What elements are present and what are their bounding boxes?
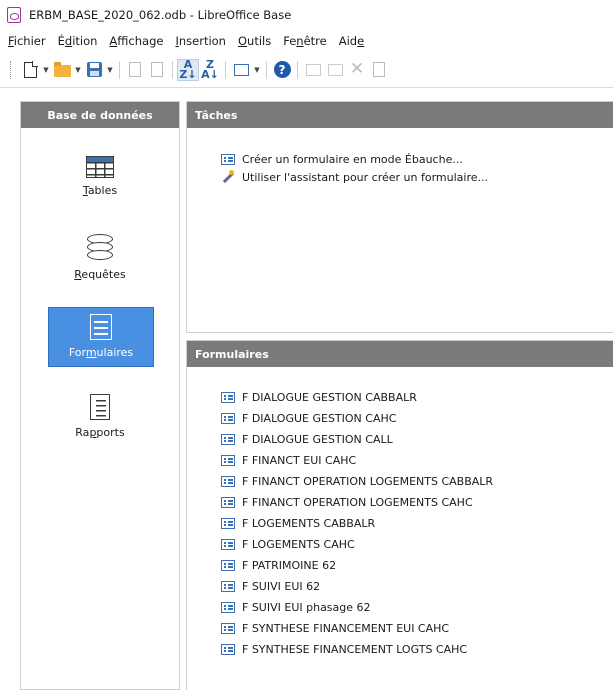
toolbar-grip[interactable] [10,60,13,79]
form-icon [221,497,235,508]
menu-fenetre[interactable]: Fenêtre [279,34,331,48]
toolbar-separator [172,60,173,79]
list-item[interactable]: F PATRIMOINE 62 [221,556,336,575]
list-item[interactable]: F SUIVI EUI 62 [221,577,320,596]
form-icon [221,476,235,487]
report-icon [90,394,110,420]
form-view-icon [233,63,249,76]
rename-button[interactable] [324,59,346,81]
sort-ascending-icon: A Z↓ [179,57,197,81]
window-title: ERBM_BASE_2020_062.odb - LibreOffice Bas… [29,8,292,22]
delete-icon: ✕ [349,59,365,79]
copy-button[interactable] [124,59,146,81]
open-button[interactable] [51,59,73,81]
form-icon [221,644,235,655]
forms-panel-header: Formulaires [187,341,613,367]
form-icon [221,392,235,403]
table-icon [86,156,114,178]
tasks-panel-header: Tâches [187,102,613,128]
sort-ascending-button[interactable]: A Z↓ [177,57,199,81]
tasks-panel: Tâches Créer un formulaire en mode Ébauc… [186,101,613,333]
toolbar-separator [297,60,298,79]
nav-item-tables[interactable]: Tables [21,148,179,212]
help-button[interactable]: ? [271,59,293,81]
nav-item-forms[interactable]: Formulaires [48,307,154,367]
form-icon [221,560,235,571]
properties-icon [373,62,385,77]
nav-item-reports-label: Rapports [75,426,125,439]
toolbar-separator [225,60,226,79]
nav-item-tables-label: Tables [82,184,118,197]
new-document-icon [23,60,38,78]
save-icon [86,62,102,77]
menu-bar: Fichier Édition Affichage Insertion Outi… [0,30,613,52]
rename-icon [327,63,343,76]
form-icon [221,602,235,613]
nav-item-forms-label: Formulaires [68,346,134,359]
menu-edition[interactable]: Édition [54,34,102,48]
standard-toolbar: ▼ ▼ ▼ A Z↓ Z A↓ ▼ ? ✕ [0,52,613,88]
forms-panel: Formulaires F DIALOGUE GESTION CABBALR F… [186,340,613,690]
help-icon: ? [273,61,291,78]
sort-descending-icon: Z A↓ [201,57,219,81]
save-button[interactable] [83,59,105,81]
form-icon [221,153,235,165]
form-icon [221,455,235,466]
menu-aide[interactable]: Aide [335,34,368,48]
title-bar: ERBM_BASE_2020_062.odb - LibreOffice Bas… [0,0,613,30]
task-label: Utiliser l'assistant pour créer un formu… [242,170,488,184]
open-dropdown[interactable]: ▼ [73,59,83,81]
new-document-button[interactable] [19,59,41,81]
database-icon [87,234,113,262]
new-document-dropdown[interactable]: ▼ [41,59,51,81]
form-icon [221,623,235,634]
menu-affichage[interactable]: Affichage [105,34,167,48]
save-dropdown[interactable]: ▼ [105,59,115,81]
list-item[interactable]: F SYNTHESE FINANCEMENT LOGTS CAHC [221,640,467,659]
sort-descending-button[interactable]: Z A↓ [199,59,221,81]
form-icon [90,314,112,340]
task-create-form-design[interactable]: Créer un formulaire en mode Ébauche... [221,150,463,168]
menu-insertion[interactable]: Insertion [171,34,230,48]
list-item[interactable]: F DIALOGUE GESTION CABBALR [221,388,417,407]
form-icon [221,539,235,550]
edit-button[interactable] [302,59,324,81]
nav-item-queries[interactable]: Requêtes [21,228,179,292]
nav-item-queries-label: Requêtes [74,268,126,281]
view-button[interactable] [230,59,252,81]
properties-button[interactable] [368,59,390,81]
nav-item-reports[interactable]: Rapports [21,386,179,450]
delete-button[interactable]: ✕ [346,59,368,81]
list-item[interactable]: F SYNTHESE FINANCEMENT EUI CAHC [221,619,449,638]
copy-icon [129,62,141,77]
menu-outils[interactable]: Outils [234,34,275,48]
task-form-wizard[interactable]: Utiliser l'assistant pour créer un formu… [221,168,488,186]
list-item[interactable]: F DIALOGUE GESTION CALL [221,430,393,449]
libreoffice-base-icon [7,7,21,23]
list-item[interactable]: F FINANCT EUI CAHC [221,451,356,470]
list-item[interactable]: F DIALOGUE GESTION CAHC [221,409,396,428]
view-dropdown[interactable]: ▼ [252,59,262,81]
list-item[interactable]: F FINANCT OPERATION LOGEMENTS CAHC [221,493,473,512]
form-icon [221,581,235,592]
open-folder-icon [53,61,71,77]
list-item[interactable]: F LOGEMENTS CAHC [221,535,355,554]
edit-icon [305,63,321,76]
paste-button[interactable] [146,59,168,81]
paste-icon [151,62,163,77]
toolbar-separator [266,60,267,79]
form-icon [221,518,235,529]
list-item[interactable]: F FINANCT OPERATION LOGEMENTS CABBALR [221,472,493,491]
task-label: Créer un formulaire en mode Ébauche... [242,152,463,166]
wizard-icon [221,170,235,184]
toolbar-separator [119,60,120,79]
list-item[interactable]: F LOGEMENTS CABBALR [221,514,375,533]
database-panel-header: Base de données [21,102,179,128]
list-item[interactable]: F SUIVI EUI phasage 62 [221,598,371,617]
database-panel: Base de données Tables Requêtes Formulai… [20,101,180,690]
form-icon [221,434,235,445]
menu-fichier[interactable]: Fichier [4,34,50,48]
form-icon [221,413,235,424]
